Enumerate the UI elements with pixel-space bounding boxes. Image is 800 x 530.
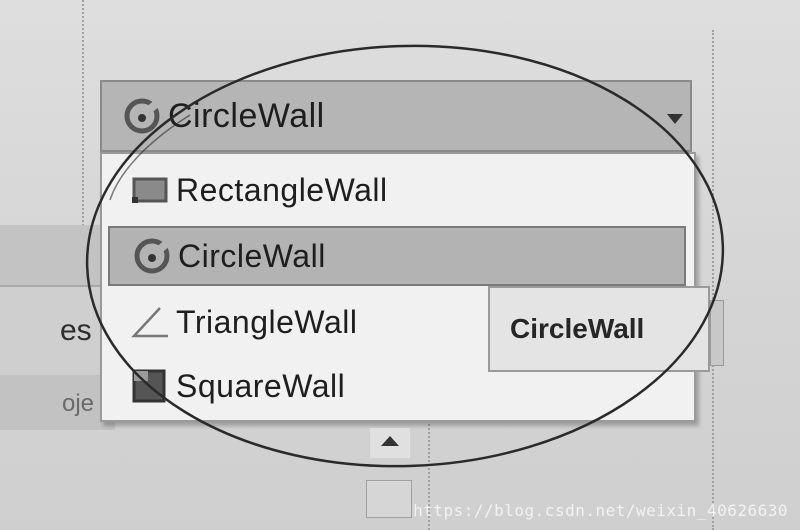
guide-line-right: [712, 30, 714, 530]
chevron-up-icon: [380, 434, 400, 452]
background-control: [366, 480, 412, 518]
scroll-up-button[interactable]: [370, 428, 410, 458]
dropdown-item-circle-wall[interactable]: CircleWall: [108, 226, 686, 286]
circle-wall-icon: [130, 234, 174, 278]
dropdown-item-label: RectangleWall: [176, 171, 388, 208]
tooltip-text: CircleWall: [510, 313, 645, 344]
square-wall-icon: [128, 364, 172, 408]
dropdown-item-rectangle-wall[interactable]: RectangleWall: [108, 160, 686, 220]
combobox-selected-value: CircleWall: [168, 96, 325, 135]
triangle-wall-icon: [128, 300, 172, 344]
background-panel: [0, 225, 115, 285]
dropdown-item-label: TriangleWall: [176, 303, 358, 340]
watermark-text: https://blog.csdn.net/weixin_40626630: [413, 501, 788, 520]
chevron-down-icon[interactable]: [664, 108, 686, 130]
partial-tab-label: es: [60, 314, 92, 347]
circle-wall-icon: [122, 96, 162, 136]
item-tooltip: CircleWall: [488, 286, 710, 372]
dropdown-item-label: CircleWall: [178, 237, 326, 274]
dropdown-item-label: SquareWall: [176, 367, 346, 404]
partial-tab-label: oje: [62, 390, 95, 417]
page: es oje CircleWall RectangleWall CircleWa…: [0, 0, 800, 530]
wall-type-combobox[interactable]: CircleWall: [100, 80, 692, 152]
rectangle-wall-icon: [128, 168, 172, 212]
background-panel: [0, 375, 115, 430]
background-panel: [0, 285, 115, 377]
guide-line-left: [82, 0, 84, 230]
background-panel: [710, 300, 724, 366]
